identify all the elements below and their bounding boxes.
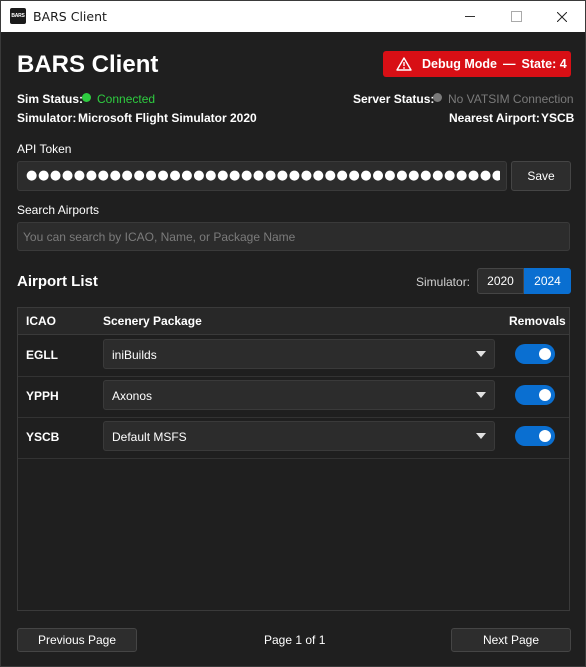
scenery-package-value: Axonos [112,389,153,403]
simulator-value: Microsoft Flight Simulator 2020 [78,111,257,125]
row-icao: YSCB [26,430,60,444]
chevron-down-icon [476,433,486,439]
close-button[interactable] [539,1,585,32]
toggle-knob [539,389,551,401]
warning-icon [396,57,412,71]
page-indicator: Page 1 of 1 [264,633,326,647]
next-page-button[interactable]: Next Page [451,628,571,652]
airport-table: ICAO Scenery Package Removals EGLL iniBu… [17,307,570,611]
row-icao: EGLL [26,348,58,362]
chevron-down-icon [476,392,486,398]
toggle-knob [539,430,551,442]
column-header-removals: Removals [509,314,566,328]
airport-list-title: Airport List [17,273,98,290]
save-button[interactable]: Save [511,161,571,191]
scenery-package-value: iniBuilds [112,348,157,362]
maximize-icon [510,11,522,22]
table-row: EGLL iniBuilds [18,335,569,377]
server-status-label: Server Status: [353,92,435,106]
scenery-package-value: Default MSFS [112,430,187,444]
title-bar: BARS BARS Client [1,1,585,32]
column-header-icao: ICAO [26,314,56,328]
previous-page-button[interactable]: Previous Page [17,628,137,652]
debug-mode-label: Debug Mode [422,57,497,71]
server-status-dot [433,93,442,102]
api-token-value: ●●●●●●●●●●●●●●●●●●●●●●●●●●●●●●●●●●●●●●●●… [26,168,500,183]
column-header-package: Scenery Package [103,314,202,328]
app-logo-icon: BARS [10,8,26,24]
simulator-label: Simulator: [17,111,77,125]
debug-state: State: 4 [521,57,567,71]
debug-separator: — [503,57,516,71]
row-icao: YPPH [26,389,59,403]
sim-status-dot [82,93,91,102]
table-row: YPPH Axonos [18,376,569,418]
app-heading: BARS Client [17,51,159,78]
window-title: BARS Client [33,9,107,24]
close-icon [557,11,567,22]
minimize-icon [465,16,475,17]
scenery-package-select[interactable]: iniBuilds [103,339,495,369]
search-input[interactable] [23,223,563,250]
debug-mode-button[interactable]: Debug Mode — State: 4 [383,51,571,77]
chevron-down-icon [476,351,486,357]
sim-2024-button[interactable]: 2024 [524,268,571,294]
maximize-button[interactable] [493,1,539,32]
server-status-value: No VATSIM Connection [448,92,574,106]
simulator-filter-label: Simulator: [416,275,471,289]
removals-toggle[interactable] [515,385,555,405]
minimize-button[interactable] [447,1,493,32]
nearest-airport-label: Nearest Airport: [449,111,540,125]
removals-toggle[interactable] [515,344,555,364]
api-token-label: API Token [17,142,72,156]
search-airports-label: Search Airports [17,203,100,217]
api-token-input[interactable]: ●●●●●●●●●●●●●●●●●●●●●●●●●●●●●●●●●●●●●●●●… [17,161,507,191]
sim-2020-button[interactable]: 2020 [477,268,524,294]
scenery-package-select[interactable]: Axonos [103,380,495,410]
nearest-airport-value: YSCB [541,111,575,125]
toggle-knob [539,348,551,360]
sim-status-value: Connected [97,92,156,106]
table-header: ICAO Scenery Package Removals [18,308,569,335]
app-window: BARS BARS Client BARS Client Debug Mode … [0,0,586,667]
scenery-package-select[interactable]: Default MSFS [103,421,495,451]
table-row: YSCB Default MSFS [18,417,569,459]
search-box[interactable] [17,222,570,251]
sim-status-label: Sim Status: [17,92,84,106]
removals-toggle[interactable] [515,426,555,446]
